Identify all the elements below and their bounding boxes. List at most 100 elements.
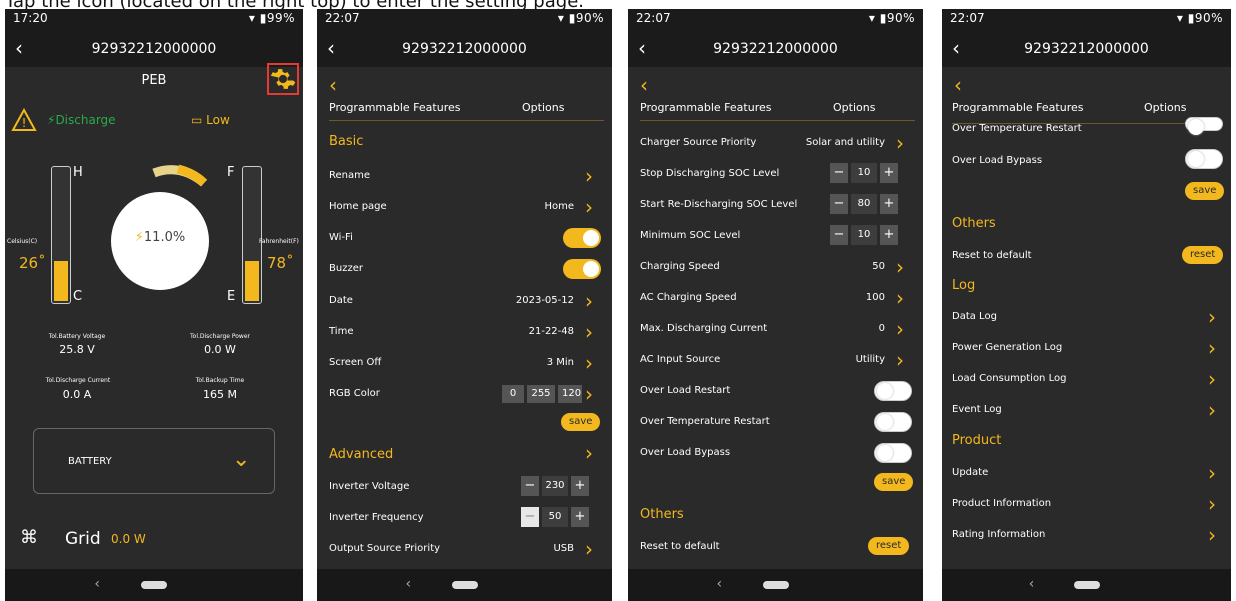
status-battery: ▾ ▮90%	[868, 11, 915, 25]
section-log: Log	[952, 278, 976, 293]
stat-label: Tol.Battery Voltage	[48, 333, 106, 340]
home-pill[interactable]	[762, 581, 789, 589]
section-others: Others	[640, 507, 684, 522]
row-value: 100	[865, 292, 885, 303]
advanced-chevron-icon[interactable]: ›	[585, 441, 593, 465]
phone-screen-dashboard: 17:20 ▾ ▮99% ‹ 92932212000000 PEB ! ⚡Dis…	[5, 9, 303, 601]
rating-information-row[interactable]: Rating Information ›	[942, 521, 1231, 549]
increment-button[interactable]: +	[880, 194, 898, 214]
increment-button[interactable]: +	[880, 163, 898, 183]
wifi-row: Wi-Fi	[317, 224, 612, 252]
back-icon[interactable]: ‹	[327, 36, 335, 60]
date-row[interactable]: Date 2023-05-12 ›	[317, 287, 612, 315]
stat-label: Tol.Discharge Current	[45, 377, 111, 384]
save-button[interactable]: save	[1185, 182, 1225, 200]
nav-bar: ‹	[628, 569, 923, 601]
row-label: Charging Speed	[640, 261, 720, 272]
buzzer-toggle[interactable]	[563, 259, 601, 279]
max-discharging-row[interactable]: Max. Discharging Current 0 ›	[628, 315, 923, 343]
back-icon[interactable]: ‹	[952, 36, 960, 60]
decrement-button[interactable]: −	[830, 163, 848, 183]
fahrenheit-label: Fahrenheit(F)	[259, 238, 299, 245]
ac-charging-speed-row[interactable]: AC Charging Speed 100 ›	[628, 284, 923, 312]
nav-back-icon[interactable]: ‹	[406, 576, 412, 592]
device-title: 92932212000000	[1024, 41, 1149, 57]
rgb-color-row[interactable]: RGB Color 0 255 120 ›	[317, 380, 612, 408]
fahrenheit-gauge-fill	[245, 261, 259, 301]
col-options-header: Options	[1144, 101, 1187, 114]
ac-input-source-row[interactable]: AC Input Source Utility ›	[628, 346, 923, 374]
stepper-value: 50	[542, 507, 568, 527]
decrement-button[interactable]: −	[830, 194, 848, 214]
grid-value: 0.0 W	[111, 532, 146, 546]
home-page-row[interactable]: Home page Home ›	[317, 193, 612, 221]
charger-source-row[interactable]: Charger Source Priority Solar and utilit…	[628, 129, 923, 157]
decrement-button[interactable]: −	[521, 507, 539, 527]
wifi-toggle[interactable]	[563, 228, 601, 248]
nav-bar: ‹	[942, 569, 1231, 601]
celsius-label: Celsius(C)	[7, 238, 38, 245]
save-button[interactable]: save	[874, 473, 914, 491]
rgb-blue-field[interactable]: 120	[558, 385, 582, 403]
settings-back-icon[interactable]: ‹	[329, 73, 337, 97]
increment-button[interactable]: +	[571, 476, 589, 496]
data-log-row[interactable]: Data Log ›	[942, 303, 1231, 331]
decrement-button[interactable]: −	[830, 225, 848, 245]
nav-back-icon[interactable]: ‹	[94, 576, 100, 592]
over-load-bypass-toggle[interactable]	[1185, 149, 1223, 169]
chevron-right-icon: ›	[1208, 398, 1216, 422]
over-load-restart-toggle[interactable]	[874, 381, 912, 401]
row-value: Solar and utility	[805, 137, 885, 148]
load-consumption-log-row[interactable]: Load Consumption Log ›	[942, 365, 1231, 393]
power-generation-log-row[interactable]: Power Generation Log ›	[942, 334, 1231, 362]
home-pill[interactable]	[451, 581, 478, 589]
screen-off-row[interactable]: Screen Off 3 Min ›	[317, 349, 612, 377]
back-icon[interactable]: ‹	[15, 36, 23, 60]
stop-soc-stepper: − 10 +	[830, 163, 898, 183]
settings-back-icon[interactable]: ‹	[954, 73, 962, 97]
over-temp-restart-toggle[interactable]	[1185, 117, 1223, 135]
rename-row[interactable]: Rename ›	[317, 162, 612, 190]
over-temp-restart-toggle[interactable]	[874, 412, 912, 432]
increment-button[interactable]: +	[571, 507, 589, 527]
device-title: 92932212000000	[91, 41, 217, 57]
battery-dropdown[interactable]: BATTERY ⌄	[33, 428, 275, 494]
back-icon[interactable]: ‹	[638, 36, 646, 60]
output-source-row[interactable]: Output Source Priority USB ›	[317, 535, 612, 563]
dropdown-label: BATTERY	[68, 456, 112, 467]
row-value: 2023-05-12	[515, 295, 574, 306]
row-label: Update	[952, 467, 989, 478]
nav-back-icon[interactable]: ‹	[717, 576, 723, 592]
over-load-bypass-toggle[interactable]	[874, 443, 912, 463]
col-features-header: Programmable Features	[952, 101, 1084, 114]
increment-button[interactable]: +	[880, 225, 898, 245]
charging-speed-row[interactable]: Charging Speed 50 ›	[628, 253, 923, 281]
update-row[interactable]: Update ›	[942, 459, 1231, 487]
home-pill[interactable]	[1073, 581, 1100, 589]
nav-back-icon[interactable]: ‹	[1029, 576, 1035, 592]
chevron-right-icon: ›	[585, 537, 593, 561]
rgb-green-field[interactable]: 255	[527, 385, 555, 403]
event-log-row[interactable]: Event Log ›	[942, 396, 1231, 424]
settings-button[interactable]	[267, 63, 299, 95]
start-soc-row: Start Re-Discharging SOC Level − 80 +	[628, 191, 923, 219]
decrement-button[interactable]: −	[521, 476, 539, 496]
row-label: Over Load Restart	[640, 385, 731, 396]
settings-back-icon[interactable]: ‹	[640, 73, 648, 97]
row-label: Reset to default	[952, 250, 1032, 261]
rgb-red-field[interactable]: 0	[502, 385, 524, 403]
time-row[interactable]: Time 21-22-48 ›	[317, 318, 612, 346]
reset-button[interactable]: reset	[1182, 246, 1224, 264]
reset-button[interactable]: reset	[868, 537, 910, 555]
product-information-row[interactable]: Product Information ›	[942, 490, 1231, 518]
row-label: Power Generation Log	[952, 342, 1063, 353]
stop-soc-row: Stop Discharging SOC Level − 10 +	[628, 160, 923, 188]
home-pill[interactable]	[141, 581, 167, 589]
save-button[interactable]: save	[561, 413, 601, 431]
title-bar: ‹ 92932212000000	[317, 31, 612, 67]
row-label: Time	[329, 326, 354, 337]
inverter-voltage-row: Inverter Voltage − 230 +	[317, 473, 612, 501]
device-title: 92932212000000	[713, 41, 838, 57]
celsius-gauge-fill	[54, 261, 68, 301]
chevron-right-icon: ›	[585, 351, 593, 375]
